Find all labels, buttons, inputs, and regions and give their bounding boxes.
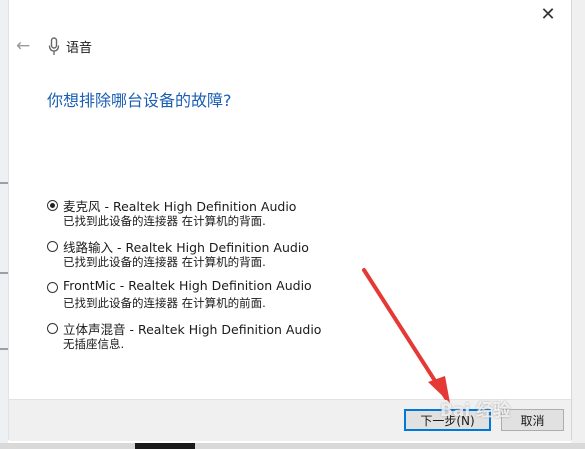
device-name: FrontMic - Realtek High Definition Audio	[63, 278, 312, 293]
radio-button-selected[interactable]	[47, 200, 58, 211]
device-option-stereo-mix[interactable]: 立体声混音 - Realtek High Definition Audio 无插…	[47, 319, 427, 360]
background-mark	[0, 182, 8, 184]
dialog-footer: 下一步(N) 取消	[9, 399, 571, 441]
microphone-icon	[48, 37, 60, 55]
close-button[interactable]: ✕	[535, 2, 561, 28]
troubleshooter-dialog: ✕ ← 语音 你想排除哪台设备的故障? 麦克风 - Realtek High D…	[8, 0, 572, 441]
device-description: 无插座信息.	[63, 337, 125, 351]
device-option-line-in[interactable]: 线路输入 - Realtek High Definition Audio 已找到…	[47, 237, 427, 278]
background-window-left	[0, 0, 8, 449]
device-description: 已找到此设备的连接器 在计算机的背面.	[63, 255, 266, 269]
device-option-microphone[interactable]: 麦克风 - Realtek High Definition Audio 已找到此…	[47, 196, 427, 237]
background-window-right	[571, 0, 585, 449]
background-mark	[0, 272, 8, 274]
device-description: 已找到此设备的连接器 在计算机的背面.	[63, 214, 266, 228]
radio-button[interactable]	[47, 323, 58, 334]
taskbar-strip	[0, 443, 585, 449]
device-description: 已找到此设备的连接器 在计算机的前面.	[63, 296, 266, 310]
device-option-frontmic[interactable]: FrontMic - Realtek High Definition Audio…	[47, 278, 427, 319]
radio-button[interactable]	[47, 282, 58, 293]
wizard-header: ← 语音	[9, 32, 571, 60]
page-question: 你想排除哪台设备的故障?	[47, 91, 232, 110]
background-mark	[0, 348, 8, 350]
taskbar-item	[135, 443, 195, 449]
next-button[interactable]: 下一步(N)	[404, 409, 491, 431]
close-icon[interactable]: ✕	[540, 6, 555, 24]
device-list: 麦克风 - Realtek High Definition Audio 已找到此…	[47, 196, 427, 360]
wizard-title: 语音	[66, 41, 93, 56]
radio-button[interactable]	[47, 241, 58, 252]
back-arrow-icon[interactable]: ←	[16, 36, 30, 56]
cancel-button[interactable]: 取消	[501, 409, 564, 431]
